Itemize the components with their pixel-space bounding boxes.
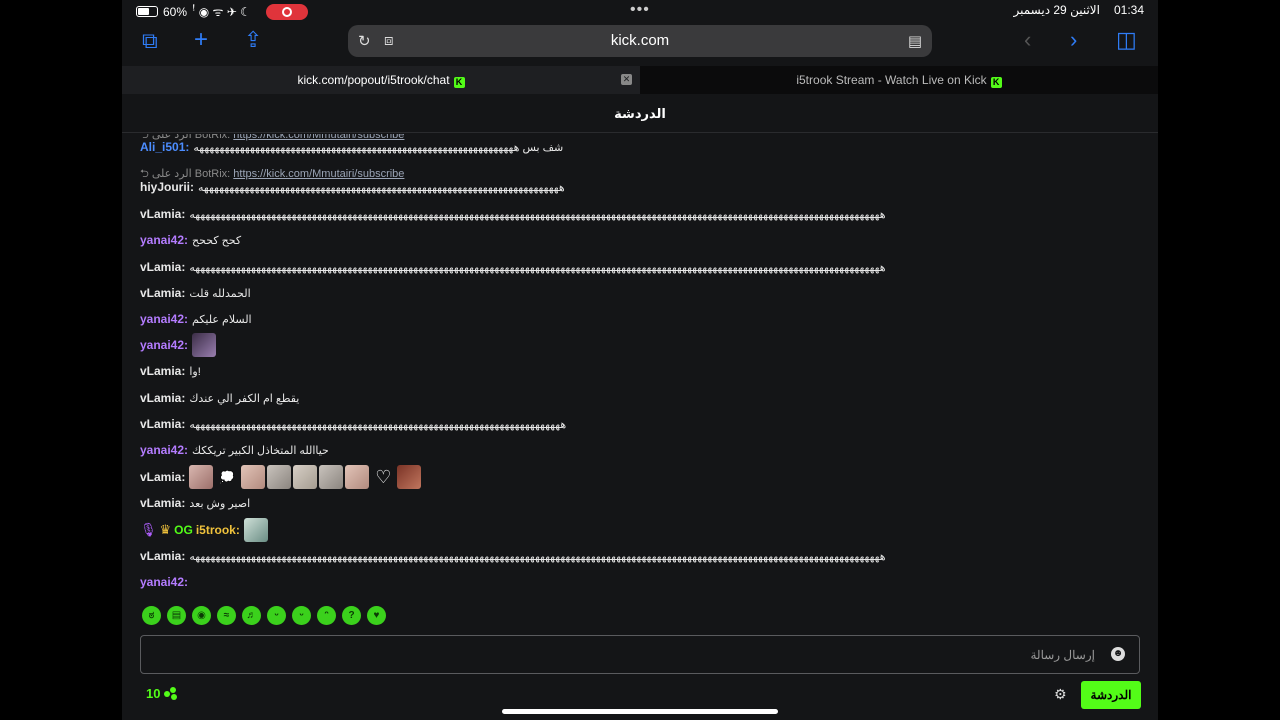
emote-button[interactable]: ≈ <box>217 606 236 625</box>
emote-button[interactable]: ᵕ <box>292 606 311 625</box>
ipad-screen: 60% ꜝ ◉ ᯤ ✈ ☾ ••• الاثنين 29 ديسمبر 01:3… <box>122 0 1158 720</box>
emote-button[interactable]: ? <box>342 606 361 625</box>
message-input-box: ☻ <box>140 635 1140 674</box>
chat-message: vLamia: ههههههههههههههههههههههههههههههههه… <box>140 260 886 274</box>
tab-stream[interactable]: i5trook Stream - Watch Live on Kick K <box>640 66 1158 94</box>
og-badge-icon: OG <box>174 523 193 537</box>
status-icons: ꜝ ◉ ᯤ ✈ ☾ <box>192 5 251 19</box>
viewers-icon <box>164 686 178 701</box>
heart-outline-icon: ♡ <box>375 467 392 487</box>
username[interactable]: yanai42: <box>140 312 188 326</box>
chat-settings-icon[interactable]: ⚙ <box>1054 686 1067 703</box>
thought-bubble-icon: 💭 <box>219 470 235 484</box>
username[interactable]: i5trook: <box>196 523 240 537</box>
username[interactable]: vLamia: <box>140 549 185 563</box>
emote-image <box>293 465 318 489</box>
emote-button[interactable]: ᵔ <box>317 606 336 625</box>
username[interactable]: vLamia: <box>140 207 185 221</box>
emoji-picker-icon[interactable]: ☻ <box>1111 647 1125 661</box>
viewer-count: 10 <box>146 686 178 701</box>
browser-toolbar: ⧉ + ⇪ ↻ ⧈ kick.com ▤ ‹ › ◫ <box>122 22 1158 66</box>
emote-button[interactable]: ಠ <box>142 606 161 625</box>
tab-label: kick.com/popout/i5trook/chat <box>297 73 450 87</box>
battery-icon <box>136 6 158 17</box>
chat-message: Ali_i501: شف بس ههههههههههههههههههههههههه… <box>140 140 564 154</box>
username[interactable]: Ali_i501: <box>140 140 189 154</box>
forward-icon[interactable]: › <box>1070 29 1077 51</box>
chat-message: yanai42: <box>140 333 218 357</box>
emote-image <box>192 333 217 357</box>
message-input[interactable] <box>141 636 1139 673</box>
emote-button[interactable]: ▤ <box>167 606 186 625</box>
chat-message: hiyJourii: هههههههههههههههههههههههههههههه… <box>140 180 565 194</box>
username[interactable]: hiyJourii: <box>140 180 194 194</box>
address-bar[interactable]: ↻ ⧈ kick.com ▤ <box>348 25 932 57</box>
send-chat-button[interactable]: الدردشة <box>1081 681 1141 709</box>
status-bar: 60% ꜝ ◉ ᯤ ✈ ☾ ••• الاثنين 29 ديسمبر 01:3… <box>122 0 1158 22</box>
status-date: الاثنين 29 ديسمبر <box>1013 3 1100 17</box>
chat-message: vLamia: ههههههههههههههههههههههههههههههههه… <box>140 549 886 563</box>
username[interactable]: yanai42: <box>140 233 188 247</box>
battery-percent: 60% <box>163 4 188 19</box>
chat-message: vLamia: الحمدلله قلت <box>140 286 251 300</box>
crown-badge-icon: ♛ <box>159 522 172 537</box>
username[interactable]: vLamia: <box>140 260 185 274</box>
username[interactable]: vLamia: <box>140 286 185 300</box>
username[interactable]: vLamia: <box>140 496 185 510</box>
emote-image <box>267 465 292 489</box>
kick-logo-icon: K <box>453 77 465 88</box>
microphone-icon: 🎙 <box>140 522 157 537</box>
emote-button[interactable]: ◉ <box>192 606 211 625</box>
chat-message: yanai42: حياالله المتخاذل الكبير تريككك <box>140 443 329 457</box>
chat-message: yanai42: <box>140 575 192 589</box>
chat-message: 🎙 ♛ OG i5trook: <box>140 518 270 542</box>
chat-title: الدردشة <box>122 94 1158 133</box>
emote-button[interactable]: ♬ <box>242 606 261 625</box>
emote-image <box>189 465 214 489</box>
subscribe-link[interactable]: https://kick.com/Mmutairi/subscribe <box>233 168 404 180</box>
emote-image <box>319 465 344 489</box>
tab-label: i5trook Stream - Watch Live on Kick <box>796 73 987 87</box>
emote-image <box>345 465 370 489</box>
close-tab-icon[interactable]: ✕ <box>621 74 632 85</box>
tab-chat-popout[interactable]: kick.com/popout/i5trook/chat K ✕ <box>122 66 640 94</box>
chat-message: vLamia: اصير وش بعد <box>140 496 251 510</box>
username[interactable]: vLamia: <box>140 391 185 405</box>
emote-button[interactable]: ᵕ <box>267 606 286 625</box>
share-icon[interactable]: ⇪ <box>244 29 262 51</box>
tabs-overview-icon[interactable]: ⧉ <box>142 30 158 52</box>
username[interactable]: vLamia: <box>140 364 185 378</box>
screen-record-icon[interactable] <box>265 3 308 20</box>
chat-message: vLamia: يقطع ام الكفر الي عندك <box>140 391 300 405</box>
emote-button[interactable]: ♥ <box>367 606 386 625</box>
url-text: kick.com <box>610 32 670 49</box>
chat-message: yanai42: السلام عليكم <box>140 312 252 326</box>
chat-message: yanai42: كحح كححح <box>140 233 242 247</box>
reader-icon[interactable]: ▤ <box>908 32 922 50</box>
status-time: 01:34 <box>1113 3 1144 17</box>
back-icon[interactable]: ‹ <box>1024 29 1031 51</box>
tab-bar: kick.com/popout/i5trook/chat K ✕ i5trook … <box>122 66 1158 94</box>
username[interactable]: yanai42: <box>140 443 188 457</box>
emote-image <box>241 465 266 489</box>
username[interactable]: vLamia: <box>140 470 185 484</box>
chat-message: vLamia: وا! <box>140 364 201 378</box>
chat-message: vLamia: ههههههههههههههههههههههههههههههههه… <box>140 417 567 431</box>
quick-emote-bar: ಠ ▤ ◉ ≈ ♬ ᵕ ᵕ ᵔ ? ♥ <box>142 606 386 625</box>
home-indicator <box>502 709 778 714</box>
chat-message: vLamia: ههههههههههههههههههههههههههههههههه… <box>140 207 886 221</box>
chat-messages: ⮌ الرد على BotRix: https://kick.com/Mmut… <box>122 134 1158 596</box>
new-tab-icon[interactable]: + <box>194 28 208 52</box>
username[interactable]: yanai42: <box>140 575 188 589</box>
emote-image <box>243 518 268 542</box>
sidebar-icon[interactable]: ◫ <box>1116 29 1137 51</box>
username[interactable]: yanai42: <box>140 338 188 352</box>
kick-logo-icon: K <box>990 77 1002 88</box>
emote-image <box>397 465 422 489</box>
multitask-dots-icon[interactable]: ••• <box>630 1 650 19</box>
chat-message: vLamia: 💭 ♡ <box>140 465 423 489</box>
username[interactable]: vLamia: <box>140 417 185 431</box>
